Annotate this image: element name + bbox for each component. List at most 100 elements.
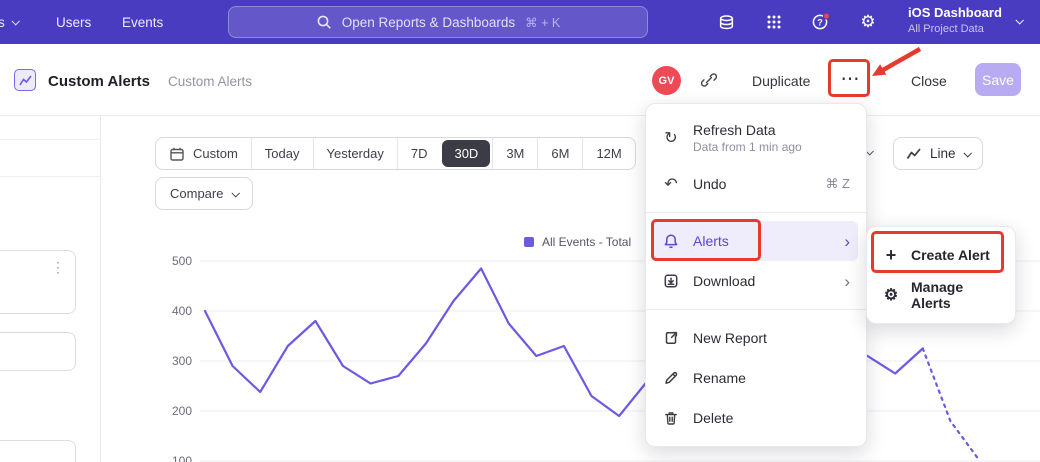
line-chart-icon: [906, 146, 922, 162]
project-name: iOS Dashboard: [908, 5, 1002, 21]
more-options-button[interactable]: ⋯: [833, 63, 867, 95]
report-options-menu: ↻ Refresh Data Data from 1 min ago ↶ Und…: [645, 103, 867, 447]
y-axis-tick: 400: [156, 304, 192, 318]
nav-item-users-label: Users: [56, 15, 91, 30]
search-placeholder: Open Reports & Dashboards: [342, 15, 515, 30]
pencil-icon: [662, 370, 680, 386]
menu-item-refresh-data[interactable]: ↻ Refresh Data Data from 1 min ago: [646, 112, 866, 164]
sidebar-card[interactable]: [0, 440, 76, 462]
submenu-item-manage-alerts[interactable]: ⚙ Manage Alerts: [867, 275, 1015, 315]
menu-item-alerts[interactable]: Alerts ›: [654, 221, 858, 261]
top-nav-bar: s Users Events Open Reports & Dashboards…: [0, 0, 1040, 44]
range-30d-label: 30D: [454, 146, 478, 161]
data-icon[interactable]: [716, 12, 736, 32]
range-yesterday-label: Yesterday: [327, 146, 384, 161]
range-custom-label: Custom: [193, 146, 238, 161]
chevron-down-icon: [963, 149, 971, 157]
range-6m-label: 6M: [551, 146, 569, 161]
range-yesterday[interactable]: Yesterday: [313, 138, 397, 169]
breadcrumb[interactable]: Custom Alerts: [168, 74, 252, 89]
range-12m-label: 12M: [596, 146, 621, 161]
y-axis-tick: 500: [156, 254, 192, 268]
create-alert-label: Create Alert: [911, 247, 990, 263]
range-today[interactable]: Today: [251, 138, 313, 169]
legend-swatch: [524, 237, 534, 247]
menu-item-undo-label: Undo: [693, 176, 726, 192]
help-icon[interactable]: ?: [811, 12, 831, 32]
search-shortcut: ⌘ + K: [525, 15, 560, 30]
copy-link-icon[interactable]: [701, 72, 717, 93]
menu-item-undo-shortcut: ⌘ Z: [825, 176, 850, 192]
chevron-down-icon: [11, 17, 19, 25]
menu-divider: [646, 212, 866, 213]
chart-type-button[interactable]: Line: [893, 137, 983, 170]
legend-label: All Events - Total: [542, 235, 631, 249]
apps-grid-icon[interactable]: [764, 12, 784, 32]
close-button[interactable]: Close: [911, 73, 947, 89]
menu-item-new-report-label: New Report: [693, 330, 767, 346]
undo-icon: ↶: [662, 174, 680, 194]
range-3m[interactable]: 3M: [492, 138, 537, 169]
range-30d-selected[interactable]: 30D: [442, 140, 490, 167]
sidebar-card[interactable]: ⋮: [0, 250, 76, 314]
menu-item-rename-label: Rename: [693, 370, 746, 386]
search-bar[interactable]: Open Reports & Dashboards ⌘ + K: [228, 6, 648, 38]
trash-icon: [662, 410, 680, 426]
report-chart-icon: [14, 69, 36, 91]
compare-label: Compare: [170, 186, 223, 201]
app-window: s Users Events Open Reports & Dashboards…: [0, 0, 1040, 462]
chevron-right-icon: ›: [844, 273, 850, 290]
nav-item-events-label: Events: [122, 15, 163, 30]
menu-item-new-report[interactable]: New Report: [646, 318, 866, 358]
menu-divider: [646, 309, 866, 310]
menu-item-rename[interactable]: Rename: [646, 358, 866, 398]
nav-item-partial[interactable]: s: [0, 0, 18, 44]
sidebar-divider: [0, 139, 100, 140]
alerts-submenu: + Create Alert ⚙ Manage Alerts: [866, 226, 1016, 324]
chevron-down-icon[interactable]: [1015, 16, 1023, 24]
refresh-icon: ↻: [662, 128, 680, 148]
plus-icon: +: [882, 245, 900, 266]
project-scope: All Project Data: [908, 22, 1002, 36]
range-6m[interactable]: 6M: [537, 138, 582, 169]
avatar[interactable]: GV: [652, 66, 681, 95]
svg-text:?: ?: [817, 17, 823, 27]
range-12m[interactable]: 12M: [582, 138, 634, 169]
range-7d[interactable]: 7D: [397, 138, 441, 169]
compare-button[interactable]: Compare: [155, 177, 253, 210]
menu-item-download[interactable]: Download ›: [646, 261, 866, 301]
submenu-item-create-alert[interactable]: + Create Alert: [867, 235, 1015, 275]
sidebar-divider: [0, 176, 100, 177]
menu-item-delete[interactable]: Delete: [646, 398, 866, 438]
manage-alerts-label: Manage Alerts: [911, 279, 1000, 311]
range-3m-label: 3M: [506, 146, 524, 161]
chart-type-label: Line: [930, 146, 956, 161]
menu-item-refresh-label: Refresh Data: [693, 122, 802, 138]
range-today-label: Today: [265, 146, 300, 161]
chevron-down-icon: [232, 189, 240, 197]
page-title: Custom Alerts: [48, 73, 150, 90]
duplicate-button[interactable]: Duplicate: [752, 73, 810, 89]
nav-item-events[interactable]: Events: [122, 0, 163, 44]
nav-item-users[interactable]: Users: [56, 0, 91, 44]
y-axis-tick: 100: [156, 454, 192, 462]
menu-item-undo[interactable]: ↶ Undo ⌘ Z: [646, 164, 866, 204]
bell-icon: [662, 233, 680, 249]
range-7d-label: 7D: [411, 146, 428, 161]
gear-icon: ⚙: [882, 285, 900, 305]
project-selector[interactable]: iOS Dashboard All Project Data: [908, 5, 1002, 36]
chart-legend[interactable]: All Events - Total: [524, 235, 631, 249]
nav-item-partial-label: s: [0, 15, 5, 30]
menu-item-download-label: Download: [693, 273, 755, 289]
sidebar-border: [100, 116, 101, 462]
sidebar-card[interactable]: [0, 332, 76, 371]
settings-gear-icon[interactable]: ⚙: [858, 12, 878, 32]
notification-dot: [824, 13, 830, 19]
range-custom[interactable]: Custom: [156, 138, 251, 169]
y-axis-tick: 300: [156, 354, 192, 368]
chevron-right-icon: ›: [844, 233, 850, 250]
save-button[interactable]: Save: [975, 63, 1021, 96]
kebab-menu-icon[interactable]: ⋮: [51, 259, 65, 276]
menu-item-alerts-label: Alerts: [693, 233, 729, 249]
report-header: Custom Alerts Custom Alerts GV Duplicate…: [0, 44, 1040, 116]
